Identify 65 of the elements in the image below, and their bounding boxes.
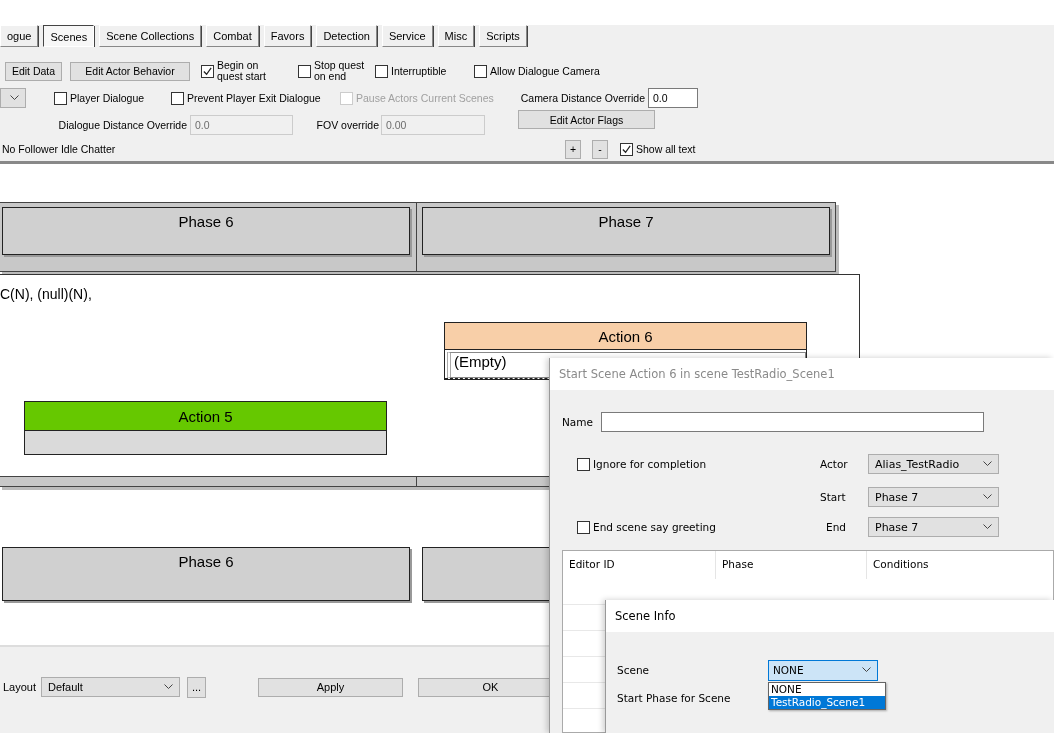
chevron-down-icon [862,667,871,673]
checkbox[interactable]: Interruptible [375,64,470,78]
check-icon [621,143,632,155]
toolbar-button[interactable]: + [565,139,581,159]
scene-label: Scene [617,664,650,676]
column-header[interactable]: Phase [716,551,867,579]
checkbox[interactable]: Player Dialogue [54,91,166,105]
field-label: Camera Distance Override [519,92,645,104]
chevron-down-icon [10,95,19,101]
tab[interactable]: ogue [0,25,39,47]
option-text: No Follower Idle Chatter [2,143,117,155]
actor-dropdown[interactable]: Alias_TestRadio [868,454,999,474]
action-title: Action 6 [445,323,806,350]
toolbar-button[interactable]: Edit Data [5,61,62,81]
toolbar-button[interactable]: - [592,139,608,159]
start-label: Start [820,491,847,503]
layout-label: Layout [3,681,38,693]
apply-button[interactable]: Apply [258,677,403,697]
check-icon [202,65,213,77]
tab[interactable]: Detection [316,25,377,47]
input-field[interactable]: 0.0 [648,88,698,108]
field-label: Dialogue Distance Override [57,119,187,131]
checkbox[interactable]: End scene say greeting [577,520,820,534]
end-label: End [826,521,847,533]
dialog-title: Start Scene Action 6 in scene TestRadio_Scene1 [550,358,1054,390]
tab[interactable]: Scene Collections [99,25,202,47]
actor-label: Actor [820,458,849,470]
checkbox[interactable]: Ignore for completion [577,457,820,471]
tab[interactable]: Scripts [479,25,527,47]
name-field[interactable] [601,412,984,432]
column-header[interactable]: Conditions [867,551,1054,579]
scene-dropdown[interactable]: NONE [768,659,878,681]
action-box[interactable]: Action 5 [24,401,387,455]
tab[interactable]: Scenes [43,25,95,47]
phase-box[interactable]: Phase 6 [2,207,410,255]
checkbox[interactable]: Allow Dialogue Camera [474,64,624,78]
toolbar-button[interactable]: Edit Actor Flags [518,110,655,129]
phase-box[interactable]: Phase 6 [2,547,410,601]
action-title: Action 5 [25,402,386,431]
name-label: Name [562,416,594,428]
start-phase-label: Start Phase for Scene [617,692,732,704]
tab[interactable]: Favors [263,25,312,47]
chevron-down-icon [983,524,992,530]
checkbox[interactable]: Begin on quest start [201,60,271,82]
checkbox[interactable]: Show all text [620,142,710,156]
layout-dropdown[interactable]: Default [41,677,180,697]
tab[interactable]: Misc [437,25,475,47]
field-label: FOV override [315,119,379,131]
checkbox[interactable]: Stop quest on end [298,60,370,82]
tab[interactable]: Service [381,25,433,47]
chevron-down-icon [983,494,992,500]
tab[interactable]: Combat [206,25,259,47]
checkbox[interactable]: Prevent Player Exit Dialogue [171,91,336,105]
column-header[interactable]: Editor ID [563,551,716,579]
end-dropdown[interactable]: Phase 7 [868,517,999,537]
phase-box[interactable]: Phase 7 [422,207,830,255]
dialog-title: Scene Info [606,600,1054,632]
chevron-down-icon [983,461,992,467]
toolbar-button[interactable]: Edit Actor Behavior [70,61,190,81]
chevron-down-icon [164,684,173,690]
more-button[interactable]: ... [187,676,206,698]
dropdown-option[interactable]: TestRadio_Scene1 [769,696,885,709]
dropdown-option[interactable]: NONE [769,683,885,696]
start-dropdown[interactable]: Phase 7 [868,487,999,507]
scene-text: C(N), (null)(N), [0,286,92,302]
